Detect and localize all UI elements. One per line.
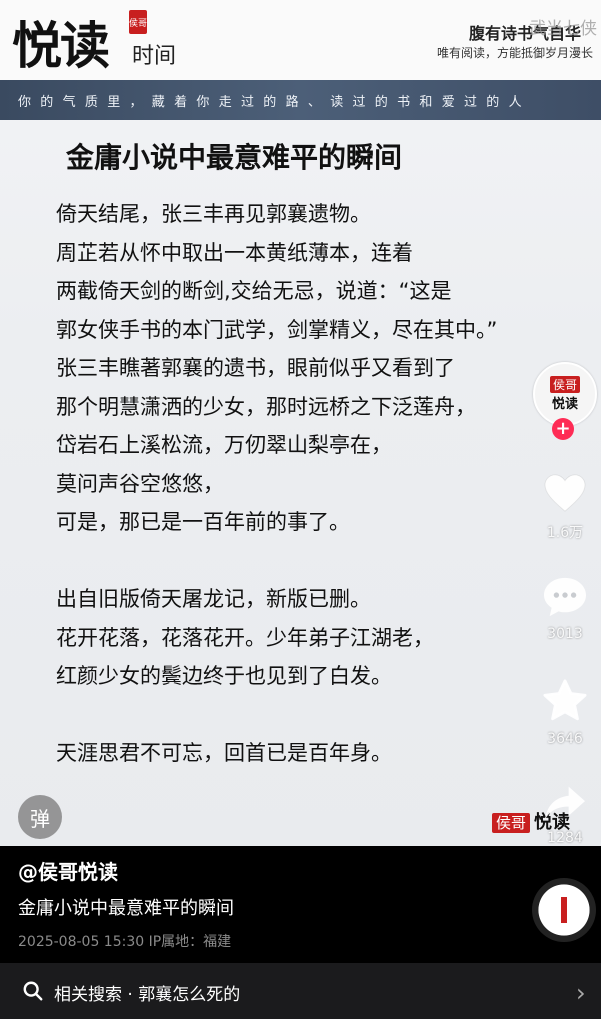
author-avatar[interactable]: 侯哥 悦读 — [533, 362, 597, 426]
post-meta: 2025-08-05 15:30 IP属地：福建 — [18, 934, 232, 950]
brand-watermark-red: 侯哥 — [492, 813, 531, 833]
text-line: 出自旧版倚天屠龙记，新版已删。 — [56, 587, 371, 611]
heart-icon — [544, 474, 586, 512]
text-line: 两截倚天剑的断剑,交给无忌，说道：“这是 — [56, 279, 452, 303]
text-line: 红颜少女的鬓边终于也见到了白发。 — [56, 664, 392, 688]
video-frame[interactable]: 悦读 侯哥 时间 腹有诗书气自华 唯有阅读，方能抵御岁月漫长 武当七侠 你的气质… — [0, 0, 601, 856]
chevron-right-icon[interactable]: › — [576, 979, 586, 1007]
related-search-text[interactable]: 相关搜索 · 郭襄怎么死的 — [54, 980, 240, 1005]
avatar-label-bottom: 悦读 — [551, 397, 578, 412]
star-icon — [543, 679, 587, 721]
comment-button[interactable] — [540, 572, 590, 622]
like-button[interactable] — [540, 468, 590, 518]
text-line: 花开花落，花落花开。少年弟子江湖老， — [56, 625, 434, 650]
text-line: 岱岩石上溪松流，万仞翠山梨亭在， — [56, 433, 392, 457]
share-count: 1284 — [547, 830, 583, 846]
post-description[interactable]: 金庸小说中最意难平的瞬间 — [18, 894, 234, 920]
logo-seal: 侯哥 — [129, 10, 147, 34]
share-arrow-icon — [545, 786, 585, 820]
text-line: 天涯思君不可忘，回首已是百年身。 — [56, 741, 392, 765]
text-line: 郭女侠手书的本门武学，剑掌精义，尽在其中。” — [56, 317, 498, 342]
poster-header: 悦读 侯哥 时间 腹有诗书气自华 唯有阅读，方能抵御岁月漫长 武当七侠 — [0, 0, 601, 80]
watermark: 武当七侠 — [529, 19, 597, 39]
comment-icon — [544, 577, 586, 617]
search-icon — [23, 981, 43, 1001]
text-line: 莫问声谷空悠悠， — [56, 471, 224, 496]
comment-count: 3013 — [547, 626, 583, 642]
text-line: 那个明慧潇洒的少女，那时远桥之下泛莲舟， — [56, 394, 476, 419]
poster-body: 倚天结尾，张三丰再见郭襄遗物。 周芷若从怀中取出一本黄纸薄本，连着 两截倚天剑的… — [56, 198, 497, 776]
share-button[interactable] — [540, 778, 590, 828]
like-count: 1.6万 — [546, 525, 584, 541]
slogan-sub: 唯有阅读，方能抵御岁月漫长 — [436, 46, 593, 60]
text-line: 张三丰瞧著郭襄的遗书，眼前似乎又看到了 — [56, 356, 455, 380]
text-line: 周芷若从怀中取出一本黄纸薄本，连着 — [56, 240, 413, 265]
poster-title: 金庸小说中最意难平的瞬间 — [66, 141, 403, 174]
favorite-count: 3646 — [547, 731, 583, 747]
quote-band: 你的气质里，藏着你走过的路、读过的书和爱过的人 — [0, 80, 601, 120]
text-line: 可是，那已是一百年前的事了。 — [56, 510, 350, 534]
music-disc-icon — [561, 897, 567, 923]
avatar-label-top: 侯哥 — [549, 376, 580, 393]
music-disc-button[interactable] — [532, 878, 596, 942]
follow-button[interactable]: + — [552, 418, 574, 440]
danmu-toggle-button[interactable]: 弹 — [18, 795, 62, 839]
author-name-link[interactable]: @侯哥悦读 — [18, 856, 118, 885]
logo: 悦读 — [12, 16, 110, 75]
logo-subtitle: 时间 — [132, 44, 177, 69]
favorite-button[interactable] — [540, 676, 590, 726]
text-line: 倚天结尾，张三丰再见郭襄遗物。 — [56, 202, 371, 226]
quote-band-text: 你的气质里，藏着你走过的路、读过的书和爱过的人 — [18, 95, 531, 110]
